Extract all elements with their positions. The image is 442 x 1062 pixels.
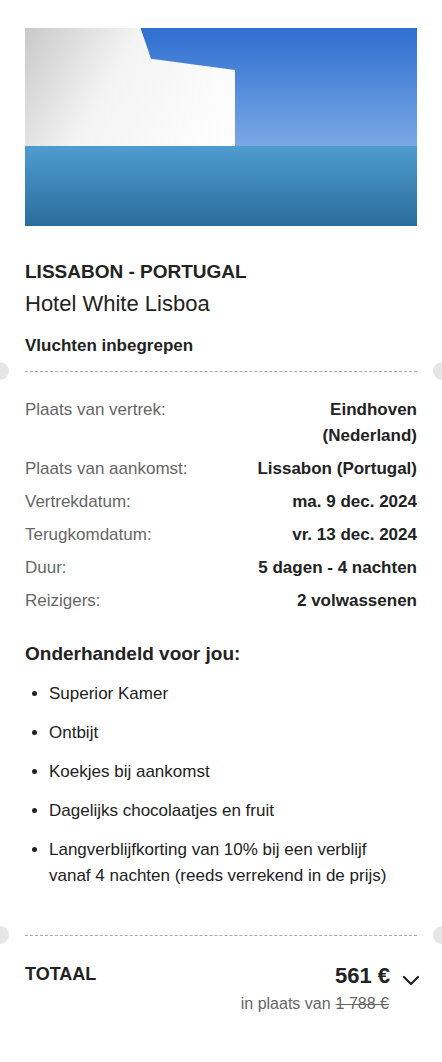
total-label: TOTAAL [25, 961, 96, 987]
perk-item: Dagelijks chocolaatjes en fruit [49, 798, 417, 824]
hotel-name: Hotel White Lisboa [25, 290, 417, 318]
detail-label: Plaats van aankomst: [25, 456, 188, 482]
detail-value: vr. 13 dec. 2024 [292, 522, 417, 548]
divider [0, 358, 442, 385]
detail-value: 5 dagen - 4 nachten [258, 555, 417, 581]
detail-value: 2 volwassenen [297, 588, 417, 614]
flights-included: Vluchten inbegrepen [25, 334, 417, 358]
notch [0, 926, 9, 944]
detail-row: Plaats van aankomst: Lissabon (Portugal) [25, 456, 417, 489]
perks: Onderhandeld voor jou: Superior Kamer Ontb… [0, 621, 442, 922]
detail-label: Terugkomdatum: [25, 522, 152, 548]
detail-value: Lissabon (Portugal) [257, 456, 417, 482]
offer-card: LISSABON - PORTUGAL Hotel White Lisboa Vlu… [0, 0, 442, 1062]
detail-row: Terugkomdatum: vr. 13 dec. 2024 [25, 522, 417, 555]
detail-row: Vertrekdatum: ma. 9 dec. 2024 [25, 489, 417, 522]
notch [0, 362, 9, 380]
detail-row: Duur: 5 dagen - 4 nachten [25, 555, 417, 588]
details-list: Plaats van vertrek: Eindhoven (Nederland)… [0, 385, 442, 621]
perk-item: Ontbijt [49, 720, 417, 746]
detail-value: Eindhoven (Nederland) [239, 397, 417, 449]
perk-item: Superior Kamer [49, 681, 417, 707]
perk-item: Koekjes bij aankomst [49, 759, 417, 785]
total-price: 561 € [335, 961, 390, 991]
notch [433, 362, 442, 380]
detail-row: Plaats van vertrek: Eindhoven (Nederland) [25, 397, 417, 456]
hotel-photo [25, 28, 417, 226]
total-section[interactable]: TOTAAL 561 €in plaats van1 788 € [0, 949, 442, 1025]
detail-label: Vertrekdatum: [25, 489, 131, 515]
destination: LISSABON - PORTUGAL [25, 260, 417, 284]
chevron-down-icon[interactable] [400, 969, 422, 991]
perk-item: Langverblijfkorting van 10% bij een verb… [49, 837, 417, 889]
detail-label: Plaats van vertrek: [25, 397, 166, 423]
notch [433, 926, 442, 944]
perks-title: Onderhandeld voor jou: [25, 641, 417, 667]
original-price: in plaats van1 788 € [241, 993, 389, 1015]
detail-row: Reizigers: 2 volwassenen [25, 588, 417, 621]
detail-value: ma. 9 dec. 2024 [292, 489, 417, 515]
detail-label: Reizigers: [25, 588, 101, 614]
divider [0, 922, 442, 949]
detail-label: Duur: [25, 555, 67, 581]
